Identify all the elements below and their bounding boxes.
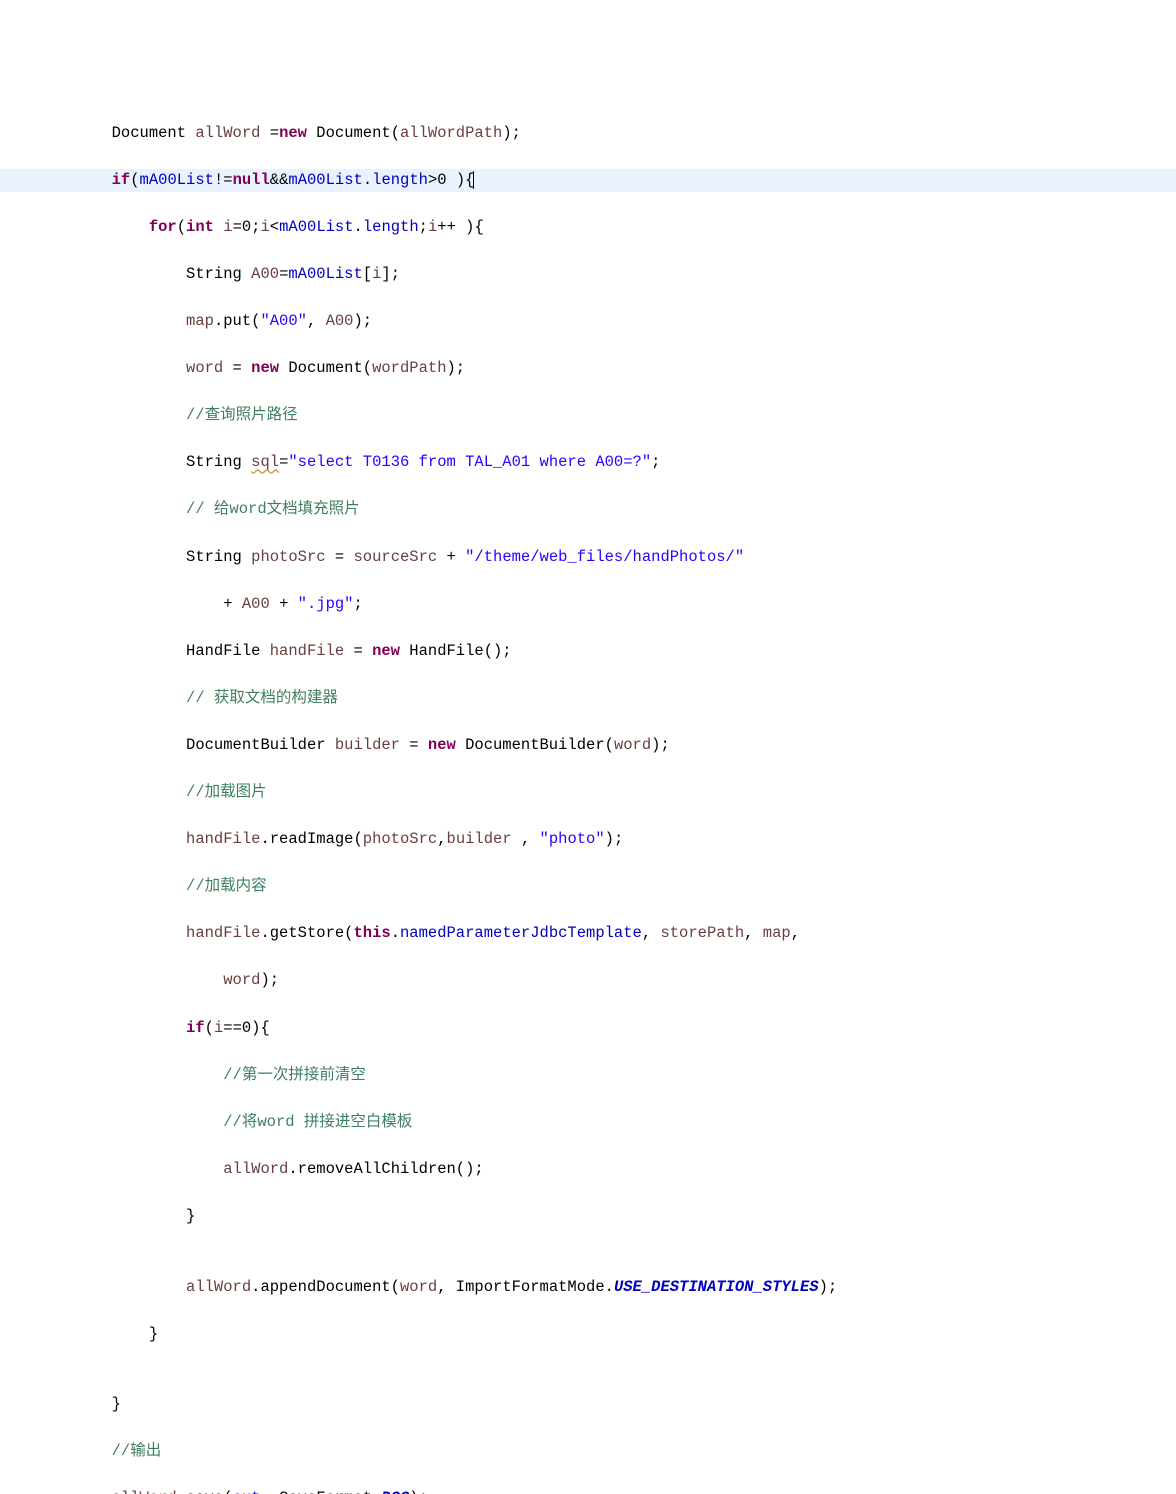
- code-line: allWord.removeAllChildren();: [0, 1158, 1176, 1182]
- code-line: }: [0, 1205, 1176, 1229]
- code-line: Document allWord =new Document(allWordPa…: [0, 122, 1176, 146]
- code-line: allWord.appendDocument(word, ImportForma…: [0, 1276, 1176, 1300]
- code-line: for(int i=0;i<mA00List.length;i++ ){: [0, 216, 1176, 240]
- code-line-comment: // 给word文档填充照片: [0, 498, 1176, 522]
- code-line: }: [0, 1393, 1176, 1417]
- code-line: word);: [0, 969, 1176, 993]
- code-line-comment: // 获取文档的构建器: [0, 687, 1176, 711]
- code-line-comment: //加载图片: [0, 781, 1176, 805]
- code-line-comment: //将word 拼接进空白模板: [0, 1111, 1176, 1135]
- code-line: if(i==0){: [0, 1017, 1176, 1041]
- code-line: allWord.save(out, SaveFormat.DOC);: [0, 1487, 1176, 1494]
- code-line: handFile.readImage(photoSrc,builder , "p…: [0, 828, 1176, 852]
- code-line-highlighted: if(mA00List!=null&&mA00List.length>0 ){: [0, 169, 1176, 193]
- code-block: Document allWord =new Document(allWordPa…: [0, 94, 1176, 1494]
- code-line: String A00=mA00List[i];: [0, 263, 1176, 287]
- code-line-comment: //查询照片路径: [0, 404, 1176, 428]
- code-line: word = new Document(wordPath);: [0, 357, 1176, 381]
- code-line: String sql="select T0136 from TAL_A01 wh…: [0, 451, 1176, 475]
- code-line: map.put("A00", A00);: [0, 310, 1176, 334]
- code-line: String photoSrc = sourceSrc + "/theme/we…: [0, 546, 1176, 570]
- code-line: }: [0, 1323, 1176, 1347]
- code-line: handFile.getStore(this.namedParameterJdb…: [0, 922, 1176, 946]
- code-line: + A00 + ".jpg";: [0, 593, 1176, 617]
- code-line-comment: //加载内容: [0, 875, 1176, 899]
- code-line-comment: //输出: [0, 1440, 1176, 1464]
- code-line: HandFile handFile = new HandFile();: [0, 640, 1176, 664]
- code-line: DocumentBuilder builder = new DocumentBu…: [0, 734, 1176, 758]
- code-line-comment: //第一次拼接前清空: [0, 1064, 1176, 1088]
